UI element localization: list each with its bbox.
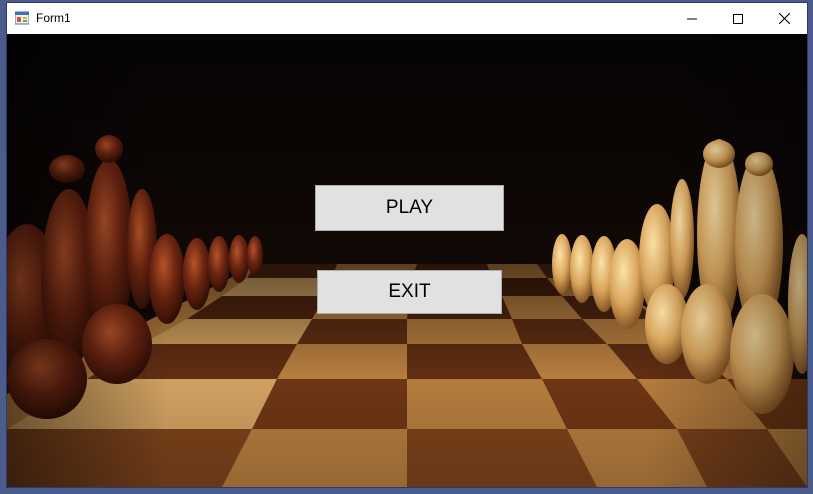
window-title: Form1 [36, 11, 71, 25]
close-icon [778, 13, 790, 24]
close-button[interactable] [761, 3, 807, 34]
play-button[interactable]: PLAY [315, 185, 504, 231]
minimize-button[interactable] [669, 3, 715, 34]
maximize-icon [733, 13, 743, 24]
form-client-area: PLAY EXIT [7, 34, 807, 487]
app-icon [14, 11, 30, 25]
exit-button[interactable]: EXIT [317, 270, 502, 314]
chessboard-background-image [7, 34, 807, 487]
title-bar[interactable]: Form1 [7, 3, 807, 34]
maximize-button[interactable] [715, 3, 761, 34]
form-window: Form1 PLAY EXIT [7, 3, 807, 487]
minimize-icon [687, 18, 697, 19]
